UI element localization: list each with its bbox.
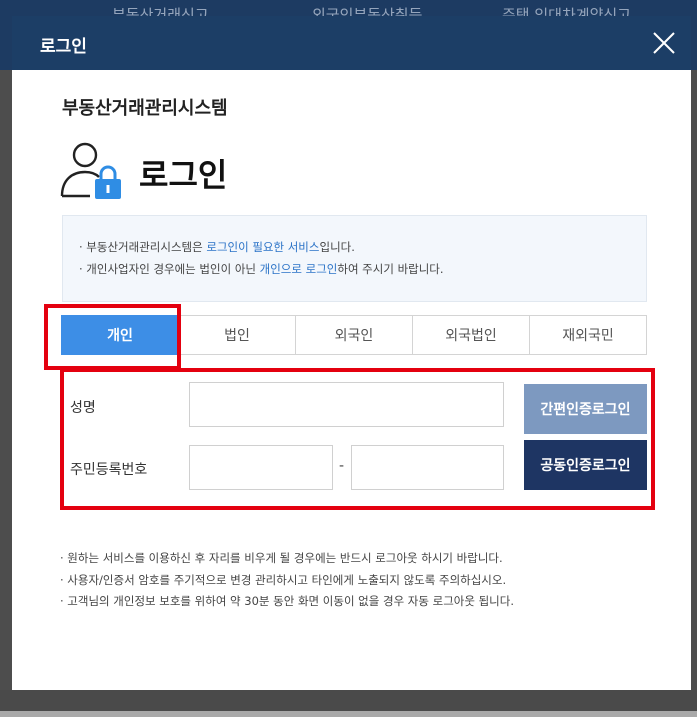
name-label: 성명 (70, 400, 96, 416)
bottom-note: · 사용자/인증서 암호를 주기적으로 변경 관리하시고 타인에게 노출되지 않… (60, 572, 507, 587)
notice-highlight: 개인으로 로그인 (259, 262, 338, 276)
tab-foreign-corporation[interactable]: 외국법인 (413, 315, 530, 355)
tab-corporation[interactable]: 법인 (179, 315, 296, 355)
tab-individual[interactable]: 개인 (61, 315, 179, 355)
notice-line: · 부동산거래관리시스템은 로그인이 필요한 서비스입니다. (79, 236, 646, 258)
rrn-label: 주민등록번호 (70, 462, 148, 478)
close-button[interactable] (651, 30, 677, 56)
user-type-tabs: 개인 법인 외국인 외국법인 재외국민 (61, 315, 647, 355)
system-title: 부동산거래관리시스템 (62, 98, 228, 119)
notice-highlight: 로그인이 필요한 서비스 (206, 240, 320, 254)
bottom-notes: · 원하는 서비스를 이용하신 후 자리를 비우게 될 경우에는 반드시 로그아… (60, 548, 660, 613)
rrn-separator: - (339, 458, 345, 474)
login-hero: 로그인 (60, 140, 460, 202)
notice-text: 하여 주시기 바랍니다. (337, 262, 444, 276)
tab-overseas-korean[interactable]: 재외국민 (530, 315, 647, 355)
rrn-front-input[interactable] (189, 445, 333, 490)
simple-cert-login-button[interactable]: 간편인증로그인 (524, 384, 647, 434)
notice-text: · 부동산거래관리시스템은 (79, 240, 207, 254)
name-input[interactable] (189, 382, 504, 427)
notice-text: 입니다. (319, 240, 355, 254)
background-scrollbar (0, 711, 697, 717)
background-overlay-right (691, 70, 697, 690)
user-lock-icon (60, 142, 121, 199)
background-overlay-left (0, 70, 12, 690)
login-heading: 로그인 (139, 156, 228, 194)
notice-text: · 개인사업자인 경우에는 법인이 아닌 (79, 262, 260, 276)
tab-foreigner[interactable]: 외국인 (296, 315, 413, 355)
joint-cert-login-button[interactable]: 공동인증로그인 (524, 440, 647, 490)
modal-header: 로그인 (12, 16, 691, 70)
bottom-note: · 원하는 서비스를 이용하신 후 자리를 비우게 될 경우에는 반드시 로그아… (60, 551, 503, 565)
rrn-back-input[interactable] (351, 445, 504, 490)
notice-box: · 부동산거래관리시스템은 로그인이 필요한 서비스입니다. · 개인사업자인 … (62, 215, 647, 302)
background-overlay-bottom (0, 690, 697, 717)
close-icon (653, 32, 675, 54)
login-modal: 로그인 부동산거래관리시스템 로그인 · 부동산거래관리시스템은 로그인이 필요… (12, 16, 691, 690)
bottom-note: · 고객님의 개인정보 보호를 위하여 약 30분 동안 화면 이동이 없을 경… (60, 594, 514, 608)
modal-title: 로그인 (40, 37, 87, 57)
notice-line: · 개인사업자인 경우에는 법인이 아닌 개인으로 로그인하여 주시기 바랍니다… (79, 258, 646, 280)
